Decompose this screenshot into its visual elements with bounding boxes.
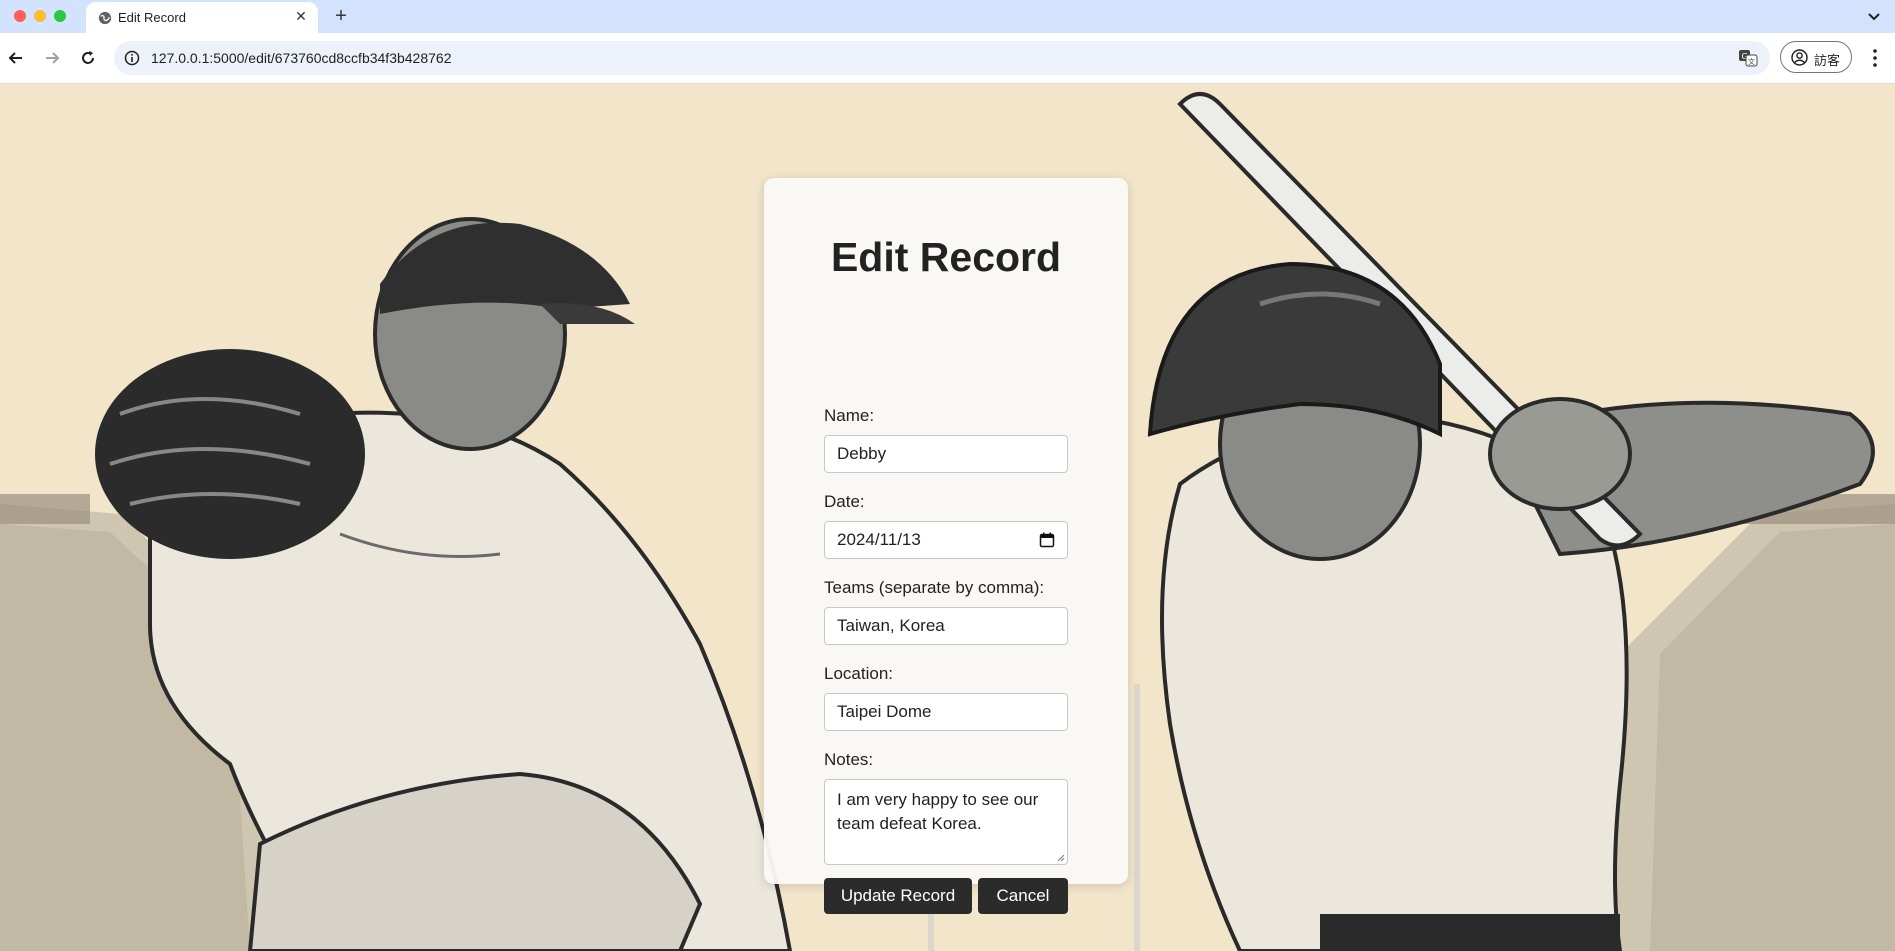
browser-toolbar: 127.0.0.1:5000/edit/673760cd8ccfb34f3b42… bbox=[0, 33, 1895, 84]
more-menu-icon[interactable] bbox=[1868, 48, 1882, 68]
chevron-down-icon[interactable] bbox=[1865, 7, 1883, 25]
person-icon bbox=[1791, 49, 1808, 66]
notes-text: I am very happy to see our team defeat K… bbox=[837, 790, 1039, 833]
update-record-button[interactable]: Update Record bbox=[824, 878, 972, 914]
tab-title: Edit Record bbox=[118, 10, 186, 25]
resize-handle-icon[interactable] bbox=[1056, 853, 1065, 862]
notes-label: Notes: bbox=[824, 750, 874, 769]
new-tab-button[interactable]: + bbox=[330, 5, 352, 27]
globe-icon bbox=[98, 11, 112, 25]
edit-record-card: Edit Record Name: Debby Date: 2024/11/13… bbox=[764, 178, 1128, 914]
window-minimize-button[interactable] bbox=[34, 10, 46, 22]
cancel-button[interactable]: Cancel bbox=[978, 878, 1068, 914]
name-input[interactable]: Debby bbox=[824, 435, 1068, 473]
location-input[interactable]: Taipei Dome bbox=[824, 693, 1068, 731]
date-value: 2024/11/13 bbox=[837, 530, 921, 549]
notes-textarea[interactable]: I am very happy to see our team defeat K… bbox=[824, 779, 1068, 865]
browser-tabstrip: Edit Record ✕ + bbox=[0, 0, 1895, 33]
browser-tab-active[interactable]: Edit Record ✕ bbox=[86, 2, 318, 33]
site-info-icon[interactable] bbox=[124, 50, 140, 66]
address-bar[interactable]: 127.0.0.1:5000/edit/673760cd8ccfb34f3b42… bbox=[114, 41, 1770, 75]
svg-text:文: 文 bbox=[1748, 57, 1755, 66]
name-label: Name: bbox=[824, 406, 875, 425]
forward-arrow-icon[interactable] bbox=[42, 48, 62, 68]
teams-label: Teams (separate by comma): bbox=[824, 578, 1045, 597]
profile-label: 訪客 bbox=[1814, 54, 1841, 69]
back-arrow-icon[interactable] bbox=[6, 48, 26, 68]
page-content: Edit Record Name: Debby Date: 2024/11/13… bbox=[0, 84, 1895, 951]
profile-button[interactable]: 訪客 bbox=[1780, 41, 1852, 73]
date-label: Date: bbox=[824, 492, 865, 511]
date-input[interactable]: 2024/11/13 bbox=[824, 521, 1068, 559]
close-tab-icon[interactable]: ✕ bbox=[292, 8, 310, 25]
window-maximize-button[interactable] bbox=[54, 10, 66, 22]
teams-input[interactable]: Taiwan, Korea bbox=[824, 607, 1068, 645]
translate-icon[interactable]: G 文 bbox=[1738, 49, 1758, 67]
location-label: Location: bbox=[824, 664, 893, 683]
url-text[interactable]: 127.0.0.1:5000/edit/673760cd8ccfb34f3b42… bbox=[151, 50, 452, 66]
reload-icon[interactable] bbox=[78, 48, 98, 68]
window-close-button[interactable] bbox=[14, 10, 26, 22]
calendar-icon[interactable] bbox=[1039, 532, 1055, 548]
page-title: Edit Record bbox=[830, 234, 1062, 280]
